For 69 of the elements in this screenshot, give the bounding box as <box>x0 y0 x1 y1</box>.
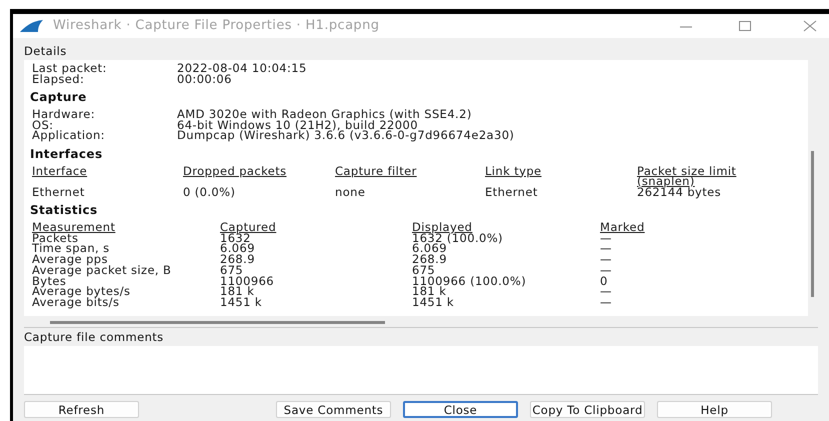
table-cell: Average bits/s <box>32 296 120 308</box>
section-title: Statistics <box>29 203 98 217</box>
column-header: Interface <box>32 166 88 176</box>
table-cell: — <box>600 243 612 254</box>
column-header: Capture filter <box>335 166 417 176</box>
field-value: 64-bit Windows 10 (21H2), build 22000 <box>177 120 418 130</box>
column-header: Displayed <box>412 222 472 233</box>
action-button[interactable]: Close <box>403 401 518 418</box>
details-label: Details <box>24 44 67 58</box>
table-cell: — <box>600 232 612 244</box>
comments-label: Capture file comments <box>24 330 164 344</box>
column-header: Dropped packets <box>183 166 286 176</box>
table-cell: 1632 <box>220 232 251 244</box>
section-title: Interfaces <box>29 146 103 160</box>
table-cell: Average bytes/s <box>32 286 130 297</box>
table-cell: 1632 (100.0%) <box>412 232 503 244</box>
field-value: 00:00:06 <box>177 74 232 84</box>
table-cell: Bytes <box>32 276 66 286</box>
table-cell: 1100966 (100.0%) <box>412 276 526 286</box>
table-cell: Packets <box>32 232 78 244</box>
shark-fin-icon <box>20 20 43 32</box>
column-header: Packet size limit (snaplen) <box>637 166 738 186</box>
table-cell: 268.9 <box>412 254 447 265</box>
action-button[interactable]: Copy To Clipboard <box>530 401 645 418</box>
column-header: Measurement <box>32 222 116 233</box>
close-icon[interactable] <box>803 20 817 32</box>
column-header: Link type <box>485 166 542 176</box>
table-cell: 181 k <box>412 286 446 297</box>
table-cell: 262144 bytes <box>637 186 722 197</box>
field-label: Elapsed: <box>31 74 84 84</box>
action-button[interactable]: Refresh <box>24 401 139 418</box>
window-title: Wireshark · Capture File Properties · H1.pcapng <box>53 17 380 36</box>
table-cell: 181 k <box>220 286 254 297</box>
table-cell: none <box>335 186 366 197</box>
table-cell: Ethernet <box>32 186 85 197</box>
table-cell: — <box>600 296 612 308</box>
table-cell: Average pps <box>32 254 108 265</box>
table-cell: 6.069 <box>412 243 447 254</box>
table-cell: 675 <box>220 264 244 276</box>
column-header: Marked <box>600 222 645 233</box>
field-label: Hardware: <box>31 109 96 120</box>
column-header: Captured <box>220 222 276 233</box>
field-label: OS: <box>31 120 54 130</box>
section-title: Capture <box>29 90 87 104</box>
table-cell: — <box>600 264 612 276</box>
action-button[interactable]: Help <box>657 401 772 418</box>
table-cell: — <box>600 254 612 265</box>
maximize-icon[interactable] <box>739 21 751 31</box>
field-value: 2022-08-04 10:04:15 <box>177 63 307 74</box>
comments-field[interactable] <box>24 346 818 395</box>
table-cell: 675 <box>412 264 436 276</box>
table-cell: Ethernet <box>485 186 538 197</box>
table-cell: 1451 k <box>220 296 262 308</box>
table-cell: 268.9 <box>220 254 255 265</box>
table-cell: 1451 k <box>412 296 454 308</box>
table-cell: — <box>600 286 612 297</box>
field-label: Last packet: <box>31 63 108 74</box>
field-value: AMD 3020e with Radeon Graphics (with SSE4.2) <box>177 109 472 120</box>
table-cell: 0 (0.0%) <box>183 186 236 197</box>
table-cell: Time span, s <box>32 243 110 254</box>
field-value: Dumpcap (Wireshark) 3.6.6 (v3.6.6-0-g7d96674e2a30) <box>177 130 514 140</box>
action-button[interactable]: Save Comments <box>276 401 391 418</box>
table-cell: 0 <box>600 276 608 286</box>
field-label: Application: <box>31 130 106 140</box>
table-cell: Average packet size, B <box>32 264 172 276</box>
scrollbar-thumb[interactable] <box>811 151 814 297</box>
table-cell: 1100966 <box>220 276 274 286</box>
table-cell: 6.069 <box>220 243 255 254</box>
horizontal-scrollbar[interactable] <box>50 321 385 324</box>
